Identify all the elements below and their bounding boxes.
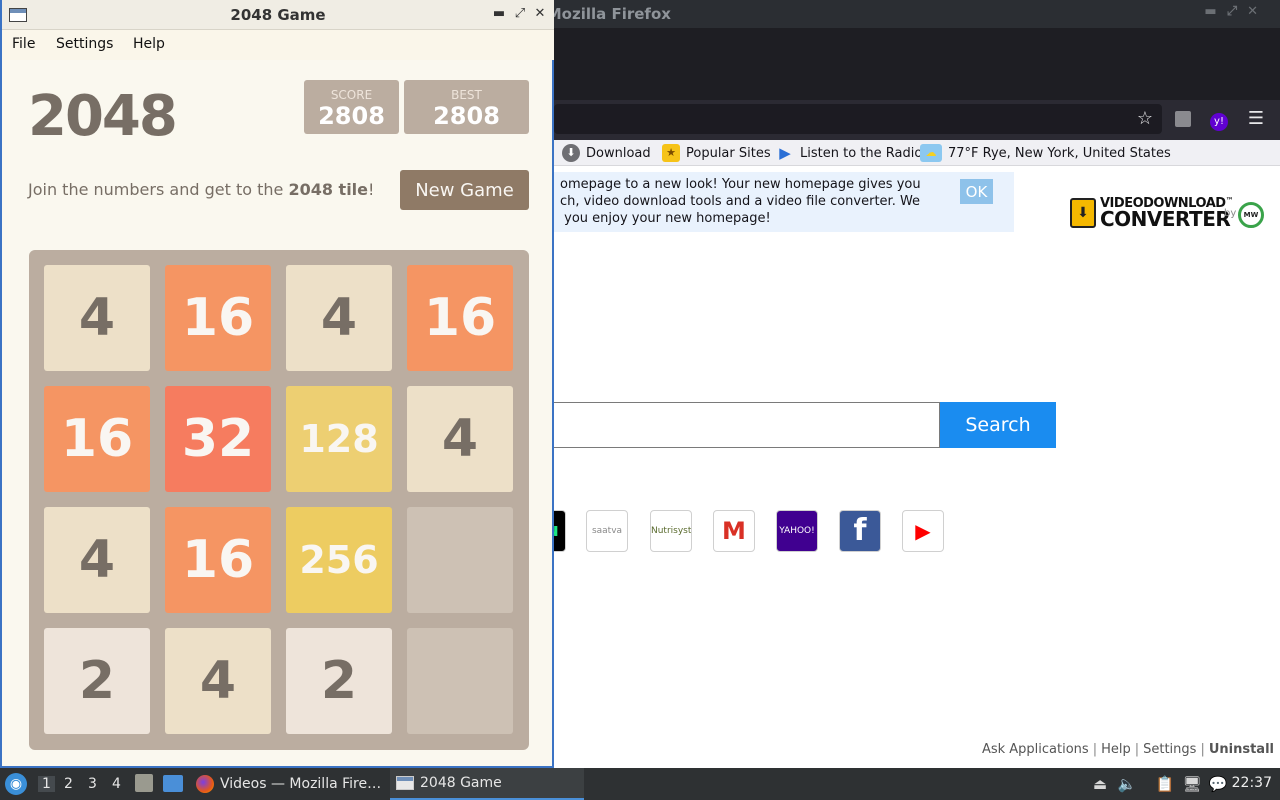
game-window: 2048 Game ▬ ⤢ ✕ File Settings Help 2048 … xyxy=(0,0,554,768)
game-board[interactable]: 4 16 4 16 16 32 128 4 4 16 256 2 4 2 xyxy=(29,250,529,750)
notice-line: omepage to a new look! Your new homepage… xyxy=(560,177,921,192)
menu-help[interactable]: Help xyxy=(133,36,165,52)
tile-4: 4 xyxy=(407,386,513,492)
notice-line: ch, video download tools and a video fil… xyxy=(560,194,921,209)
task-label: 2048 Game xyxy=(420,775,502,791)
tile-4: 4 xyxy=(286,265,392,371)
menu-settings[interactable]: Settings xyxy=(56,36,113,52)
notice-line: you enjoy your new homepage! xyxy=(560,211,771,226)
quick-link-youtube[interactable]: ▶ xyxy=(902,510,944,552)
tile-4: 4 xyxy=(44,265,150,371)
minimize-icon[interactable]: ▬ xyxy=(490,5,508,23)
tile-32: 32 xyxy=(165,386,271,492)
close-icon[interactable]: ✕ xyxy=(531,5,549,23)
firefox-window-controls[interactable]: ▬⤢✕ xyxy=(1204,4,1268,19)
notification-icon[interactable]: 💬 xyxy=(1208,774,1228,794)
maximize-icon[interactable]: ⤢ xyxy=(511,5,529,23)
tile-2: 2 xyxy=(286,628,392,734)
download-icon: ⬇ xyxy=(562,144,580,162)
clock: 22:37 xyxy=(1231,775,1272,791)
homepage-notice: omepage to a new look! Your new homepage… xyxy=(554,172,1014,232)
score-label: SCORE xyxy=(330,88,373,102)
tile-128: 128 xyxy=(286,386,392,492)
extension-icon[interactable] xyxy=(1172,108,1194,130)
notice-ok-button[interactable]: OK xyxy=(960,179,993,204)
volume-icon[interactable]: 🔈 xyxy=(1117,774,1137,794)
empty-cell xyxy=(407,628,513,734)
bookmark-weather[interactable]: ☁ 77°F Rye, New York, United States xyxy=(920,144,1171,162)
page-footer: Ask Applications | Help | Settings | Uninstall xyxy=(981,742,1274,757)
workspace-2[interactable]: 2 xyxy=(64,776,73,792)
game-titlebar[interactable]: 2048 Game ▬ ⤢ ✕ xyxy=(2,0,554,30)
bookmark-label: Listen to the Radio xyxy=(800,145,923,161)
quick-link-yahoo[interactable]: YAHOO! xyxy=(776,510,818,552)
taskbar: ◉ 1 2 3 4 Videos — Mozilla Fire… 2048 Ga… xyxy=(0,768,1280,800)
game-window-title: 2048 Game xyxy=(230,6,326,24)
bookmark-label: 77°F Rye, New York, United States xyxy=(948,145,1171,161)
best-value: 2808 xyxy=(433,102,500,130)
tile-16: 16 xyxy=(407,265,513,371)
firefox-icon xyxy=(196,775,214,793)
quick-link-nutrisystem[interactable]: Nutrisystem xyxy=(650,510,692,552)
score-value: 2808 xyxy=(318,102,385,130)
network-icon[interactable]: 🖥 xyxy=(1182,774,1202,794)
clipboard-icon[interactable]: 📋 xyxy=(1155,774,1175,794)
tile-256: 256 xyxy=(286,507,392,613)
search-button[interactable]: Search xyxy=(940,402,1056,448)
show-desktop-icon[interactable] xyxy=(163,775,183,792)
taskbar-2048[interactable]: 2048 Game xyxy=(390,768,584,800)
hamburger-menu-icon[interactable]: ☰ xyxy=(1245,108,1267,130)
search-input[interactable] xyxy=(554,402,940,448)
quick-link-facebook[interactable]: f xyxy=(839,510,881,552)
menu-file[interactable]: File xyxy=(12,36,35,52)
empty-cell xyxy=(407,507,513,613)
footer-link-uninstall[interactable]: Uninstall xyxy=(1209,742,1274,757)
workspace-3[interactable]: 3 xyxy=(88,776,97,792)
start-menu-icon[interactable]: ◉ xyxy=(5,773,27,795)
bookmark-download[interactable]: ⬇ Download xyxy=(562,144,651,162)
yahoo-extension-icon[interactable]: y! xyxy=(1208,108,1230,131)
bookmark-label: Download xyxy=(586,145,651,161)
bookmark-label: Popular Sites xyxy=(686,145,771,161)
bookmark-star-icon[interactable]: ☆ xyxy=(1134,108,1156,130)
file-manager-icon[interactable] xyxy=(135,774,153,792)
bookmarks-toolbar: ⬇ Download ★ Popular Sites ▶ Listen to t… xyxy=(554,140,1280,166)
video-download-converter-logo[interactable]: ⬇ VIDEODOWNLOAD™ CONVERTER by MW xyxy=(1070,196,1270,232)
workspace-1[interactable]: 1 xyxy=(38,776,55,792)
tile-4: 4 xyxy=(165,628,271,734)
best-box: BEST 2808 xyxy=(404,80,529,134)
download-arrow-icon: ⬇ xyxy=(1070,198,1096,228)
logo-by: by xyxy=(1224,208,1237,219)
mw-logo-icon: MW xyxy=(1238,202,1264,228)
game-intro: Join the numbers and get to the 2048 til… xyxy=(28,180,375,199)
window-icon xyxy=(396,776,414,790)
tile-16: 16 xyxy=(165,265,271,371)
tile-4: 4 xyxy=(44,507,150,613)
footer-link-settings[interactable]: Settings xyxy=(1143,742,1196,757)
score-box: SCORE 2808 xyxy=(304,80,399,134)
quick-link-saatva[interactable]: saatva xyxy=(586,510,628,552)
taskbar-firefox[interactable]: Videos — Mozilla Fire… xyxy=(190,768,388,800)
bookmark-popular-sites[interactable]: ★ Popular Sites xyxy=(662,144,771,162)
bookmark-listen-radio[interactable]: ▶ Listen to the Radio xyxy=(776,144,922,162)
footer-link-ask-applications[interactable]: Ask Applications xyxy=(982,742,1089,757)
logo-line2: CONVERTER xyxy=(1100,207,1231,231)
workspace-4[interactable]: 4 xyxy=(112,776,121,792)
new-game-button[interactable]: New Game xyxy=(400,170,529,210)
footer-link-help[interactable]: Help xyxy=(1101,742,1131,757)
best-label: BEST xyxy=(451,88,482,102)
star-icon: ★ xyxy=(662,144,680,162)
quick-link-gmail[interactable]: M xyxy=(713,510,755,552)
tray-arrow-icon[interactable]: ⏏ xyxy=(1090,774,1110,794)
weather-icon: ☁ xyxy=(920,144,942,162)
task-label: Videos — Mozilla Fire… xyxy=(220,776,382,792)
game-heading: 2048 xyxy=(28,84,178,149)
play-icon: ▶ xyxy=(779,144,791,162)
tile-16: 16 xyxy=(44,386,150,492)
url-bar[interactable] xyxy=(554,104,1162,134)
game-menubar: File Settings Help xyxy=(2,30,554,60)
tile-2: 2 xyxy=(44,628,150,734)
tile-16: 16 xyxy=(165,507,271,613)
